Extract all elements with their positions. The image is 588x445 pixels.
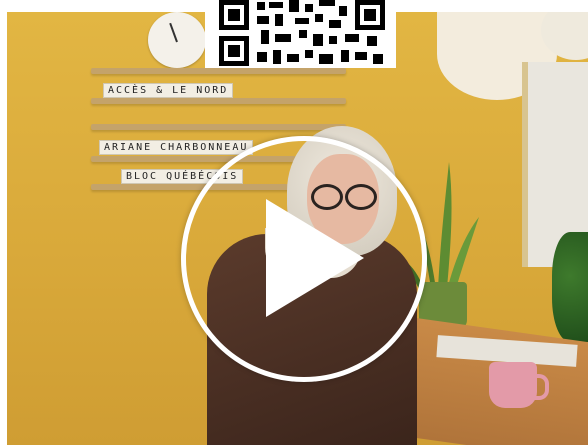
- video-player[interactable]: ACCÈS & LE NORD ARIANE CHARBONNEAU BLOC …: [7, 12, 588, 445]
- qr-code-graphic: [219, 0, 385, 66]
- pink-mug: [489, 362, 549, 408]
- letter-shelf: [91, 68, 346, 74]
- qr-code-icon[interactable]: [205, 0, 396, 68]
- sign-line-1: ACCÈS & LE NORD: [103, 83, 234, 98]
- wall-clock: [148, 12, 206, 68]
- sign-text: ACCÈS & LE NORD: [103, 83, 234, 98]
- play-button[interactable]: [181, 136, 427, 382]
- play-icon: [266, 199, 364, 317]
- letter-shelf: [91, 98, 346, 104]
- leafy-plant: [552, 232, 588, 342]
